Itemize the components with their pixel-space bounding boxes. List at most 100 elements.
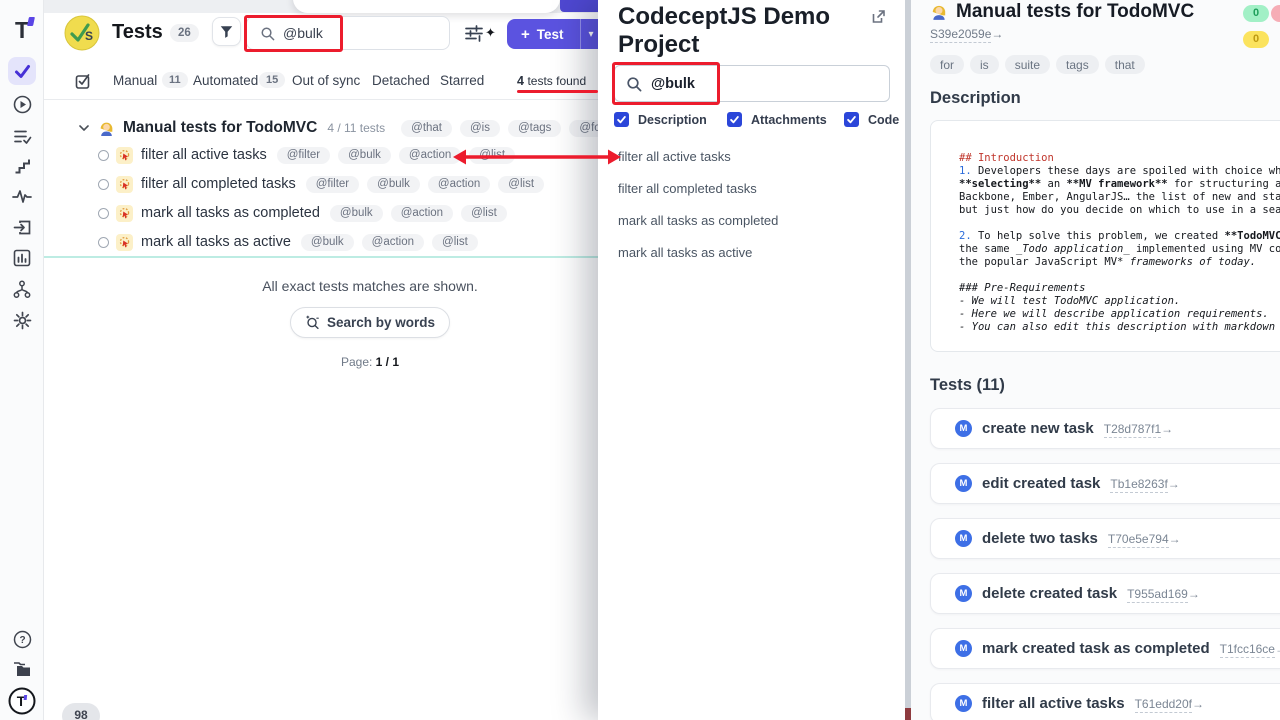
suite-tag[interactable]: @is (460, 120, 500, 137)
test-tag[interactable]: @list (469, 147, 515, 164)
search-result-item[interactable]: filter all active tasks (618, 141, 888, 173)
detail-tag[interactable]: for (930, 55, 964, 74)
bottom-shortcut-pill[interactable]: 98 (62, 703, 100, 720)
detail-test-id-link[interactable]: T28d787f1→ (1104, 422, 1173, 436)
suite-tag[interactable]: @tags (508, 120, 561, 137)
sidebar-item-tests[interactable] (8, 57, 36, 85)
columns-settings-button[interactable] (464, 23, 484, 48)
sidebar-item-plans[interactable] (0, 122, 44, 150)
test-tag[interactable]: @action (362, 234, 424, 251)
test-title[interactable]: filter all completed tasks (141, 176, 296, 192)
test-radio[interactable] (98, 237, 109, 248)
test-title[interactable]: mark all tasks as completed (141, 205, 320, 221)
test-tag[interactable]: @list (461, 205, 507, 222)
sidebar-item-pulse[interactable] (0, 182, 44, 210)
select-all-button[interactable] (74, 72, 92, 95)
tab-starred[interactable]: Starred (440, 73, 484, 88)
search-result-item[interactable]: mark all tasks as completed (618, 205, 888, 237)
filter-button[interactable] (212, 17, 241, 46)
detail-tag[interactable]: that (1105, 55, 1145, 74)
suite-tag[interactable]: @that (401, 120, 452, 137)
test-title[interactable]: filter all active tasks (141, 147, 267, 163)
sidebar-item-runs[interactable] (0, 90, 44, 118)
test-row[interactable]: mark all tasks as completed @bulk @action @… (98, 202, 618, 224)
test-tag[interactable]: @action (399, 147, 461, 164)
detail-test-title[interactable]: delete created task (982, 585, 1117, 602)
detail-tag[interactable]: is (970, 55, 999, 74)
test-radio[interactable] (98, 208, 109, 219)
checkbox-checked-icon[interactable] (727, 112, 742, 127)
detail-test-id-link[interactable]: T70e5e794→ (1108, 532, 1181, 546)
detail-test-card[interactable]: Mmark created task as completedT1fcc16ce… (930, 628, 1280, 669)
detail-test-id-link[interactable]: Tb1e8263f→ (1110, 477, 1179, 491)
tab-detached[interactable]: Detached (372, 73, 430, 88)
description-box[interactable]: ## Introduction1. Developers these days … (930, 120, 1280, 352)
account-avatar[interactable]: T (0, 686, 44, 716)
detail-test-id-link[interactable]: T955ad169→ (1127, 587, 1200, 601)
chevron-down-icon[interactable]: ▾ (589, 29, 594, 40)
tab-automated-badge[interactable]: 15 (259, 72, 285, 88)
test-radio[interactable] (98, 150, 109, 161)
test-tag[interactable]: @action (428, 176, 490, 193)
sidebar-item-settings[interactable] (0, 306, 44, 334)
test-row[interactable]: mark all tasks as active @bulk @action @lis… (98, 231, 618, 253)
detail-test-id-link[interactable]: T61edd20f→ (1135, 697, 1204, 711)
checkbox-checked-icon[interactable] (614, 112, 629, 127)
detail-test-title[interactable]: mark created task as completed (982, 640, 1210, 657)
detail-test-title[interactable]: create new task (982, 420, 1094, 437)
markdown-line: - We will test TodoMVC application. (959, 295, 1280, 308)
external-link-icon[interactable] (870, 8, 887, 30)
test-tag[interactable]: @bulk (338, 147, 391, 164)
search-by-words-button[interactable]: Search by words (290, 307, 450, 338)
app-logo-icon[interactable]: T (0, 16, 44, 44)
detail-test-card[interactable]: Mfilter all active tasksT61edd20f→ (930, 683, 1280, 720)
test-tag[interactable]: @filter (306, 176, 359, 193)
detail-test-card[interactable]: Mdelete created taskT955ad169→ (930, 573, 1280, 614)
filter-description-checkbox[interactable]: Description (614, 112, 707, 127)
tab-out-of-sync[interactable]: Out of sync (292, 73, 360, 88)
test-tag[interactable]: @list (498, 176, 544, 193)
detail-test-title[interactable]: filter all active tasks (982, 695, 1125, 712)
detail-test-card[interactable]: Medit created taskTb1e8263f→ (930, 463, 1280, 504)
suite-row[interactable]: Manual tests for TodoMVC 4 / 11 tests @t… (78, 116, 678, 140)
description-heading: Description (930, 89, 1021, 108)
suite-title[interactable]: Manual tests for TodoMVC (123, 119, 317, 137)
sidebar-item-help[interactable]: ? (0, 625, 44, 653)
sidebar-item-projects[interactable] (0, 656, 44, 684)
sidebar-item-steps[interactable] (0, 152, 44, 180)
arrow-icon: → (1169, 532, 1181, 546)
test-title[interactable]: mark all tasks as active (141, 234, 291, 250)
checkbox-checked-icon[interactable] (844, 112, 859, 127)
search-result-item[interactable]: mark all tasks as active (618, 237, 888, 269)
test-tag[interactable]: @list (432, 234, 478, 251)
search-result-item[interactable]: filter all completed tasks (618, 173, 888, 205)
test-radio[interactable] (98, 179, 109, 190)
tab-automated[interactable]: Automated (193, 73, 258, 88)
test-row[interactable]: filter all active tasks @filter @bulk @acti… (98, 144, 618, 166)
overlay-search-input[interactable]: @bulk (614, 65, 890, 102)
detail-test-title[interactable]: edit created task (982, 475, 1100, 492)
test-row[interactable]: filter all completed tasks @filter @bulk @a… (98, 173, 618, 195)
test-tag[interactable]: @bulk (330, 205, 383, 222)
chevron-down-icon[interactable] (78, 122, 90, 134)
tab-manual-badge[interactable]: 11 (162, 72, 188, 88)
test-tag[interactable]: @filter (277, 147, 330, 164)
detail-tag[interactable]: suite (1005, 55, 1050, 74)
detail-tag[interactable]: tags (1056, 55, 1099, 74)
test-tag[interactable]: @bulk (301, 234, 354, 251)
detail-test-card[interactable]: Mcreate new taskT28d787f1→ (930, 408, 1280, 449)
test-tag[interactable]: @bulk (367, 176, 420, 193)
project-logo[interactable]: S (64, 15, 100, 51)
main-search-input[interactable]: @bulk (246, 16, 450, 50)
sidebar-item-branches[interactable] (0, 275, 44, 303)
tab-manual[interactable]: Manual (113, 73, 157, 88)
filter-code-checkbox[interactable]: Code (844, 112, 899, 127)
sidebar-item-import[interactable] (0, 213, 44, 241)
filter-attachments-checkbox[interactable]: Attachments (727, 112, 827, 127)
detail-test-card[interactable]: Mdelete two tasksT70e5e794→ (930, 518, 1280, 559)
detail-test-id-link[interactable]: T1fcc16ce→ (1220, 642, 1280, 656)
sidebar-item-reports[interactable] (0, 244, 44, 272)
test-tag[interactable]: @action (391, 205, 453, 222)
suite-id-link[interactable]: S39e2059e→ (930, 27, 1003, 41)
detail-test-title[interactable]: delete two tasks (982, 530, 1098, 547)
